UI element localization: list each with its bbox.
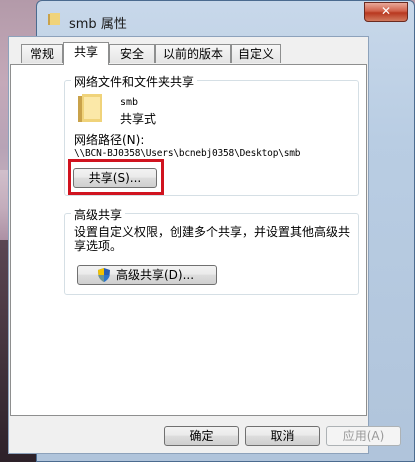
apply-button[interactable]: 应用(A) [326,426,401,446]
network-path-label: 网络路径(N): [74,133,145,147]
tab-sharing[interactable]: 共享 [63,42,109,65]
share-status: 共享式 [120,112,157,126]
tab-security[interactable]: 安全 [109,44,155,63]
folder-name: smb [120,97,139,108]
shared-folder-icon [78,94,102,122]
network-path-value: \\BCN-BJ0358\Users\bcnebj0358\Desktop\sm… [74,148,301,159]
cancel-button[interactable]: 取消 [245,426,320,446]
tab-general[interactable]: 常规 [21,44,63,63]
tab-previous-versions[interactable]: 以前的版本 [155,44,231,63]
window-title: smb 属性 [69,17,127,32]
advanced-sharing-group-label: 高级共享 [71,206,126,223]
close-button[interactable]: ✕ [364,2,408,22]
folder-icon [48,13,60,25]
advanced-sharing-description: 设置自定义权限，创建多个共享，并设置其他高级共享选项。 [74,225,351,253]
title-bar[interactable]: smb 属性 ✕ [37,1,414,37]
tab-customize[interactable]: 自定义 [231,44,281,63]
network-sharing-group-label: 网络文件和文件夹共享 [71,73,198,90]
ok-button[interactable]: 确定 [164,426,239,446]
uac-shield-icon [98,268,110,282]
share-button[interactable]: 共享(S)... [73,168,157,188]
